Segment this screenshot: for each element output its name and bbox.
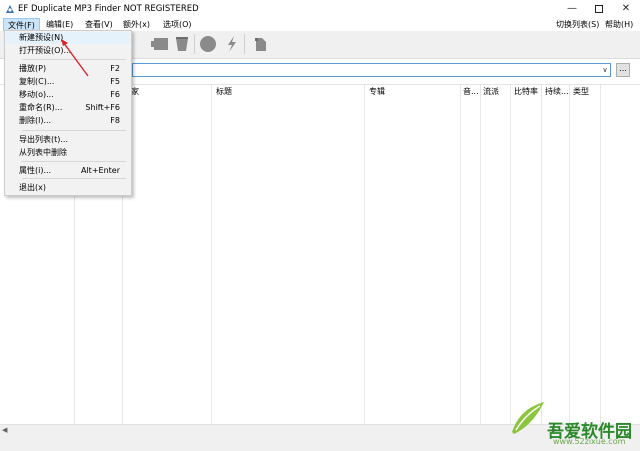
menu-help[interactable]: 帮助(H) [601,18,637,31]
menu-item-rename[interactable]: 重命名(R)... Shift+F6 [5,102,128,114]
menu-item-properties[interactable]: 属性(i)... Alt+Enter [5,165,128,177]
minimize-icon[interactable]: — [565,2,579,16]
menu-item-remove-from-list[interactable]: 从列表中删除 [5,147,128,159]
menu-separator [22,161,126,162]
menu-separator [22,130,126,131]
column-divider[interactable] [569,85,570,425]
move-icon[interactable] [149,35,171,53]
menu-separator [22,178,126,179]
path-combobox[interactable] [132,63,611,77]
column-header-title[interactable]: 标题 [216,86,232,97]
annotation-arrow-icon [61,39,89,77]
delete-icon[interactable] [173,35,191,53]
menu-options[interactable]: 选项(O) [159,18,196,31]
column-divider[interactable] [541,85,542,425]
menu-item-move[interactable]: 移动(o)... F6 [5,89,128,101]
column-header-track[interactable]: 音... [463,86,479,97]
toolbar-separator [194,34,195,54]
menu-item-exit[interactable]: 退出(x) [5,182,128,194]
column-divider[interactable] [364,85,365,425]
chevron-down-icon[interactable]: ∨ [600,64,610,76]
column-divider[interactable] [510,85,511,425]
status-bar [0,436,640,451]
stop-icon[interactable] [199,35,217,53]
watermark-logo-icon [512,402,544,434]
maximize-icon[interactable] [592,2,606,16]
lightning-icon[interactable] [223,35,241,53]
column-header-duration[interactable]: 持续... [545,86,569,97]
column-divider[interactable] [211,85,212,425]
column-divider[interactable] [460,85,461,425]
browse-button[interactable]: ... [616,63,630,77]
column-header-type[interactable]: 类型 [573,86,589,97]
column-divider[interactable] [600,85,601,425]
menu-item-delete[interactable]: 删除(l)... F8 [5,115,128,127]
scroll-left-icon[interactable]: ◀ [2,426,7,434]
menu-switch-list[interactable]: 切换列表(S) [552,18,603,31]
column-divider[interactable] [480,85,481,425]
close-icon[interactable]: ✕ [619,2,633,16]
column-header-album[interactable]: 专辑 [369,86,385,97]
column-header-genre[interactable]: 流派 [483,86,499,97]
watermark-url: www.52zixue.com [553,437,626,446]
properties-icon[interactable] [252,35,270,53]
window-title: EF Duplicate MP3 Finder NOT REGISTERED [18,4,199,14]
menu-item-export-list[interactable]: 导出列表(t)... [5,134,128,146]
column-header-bitrate[interactable]: 比特率 [514,86,538,97]
toolbar-separator [244,34,245,54]
app-icon [6,5,14,13]
